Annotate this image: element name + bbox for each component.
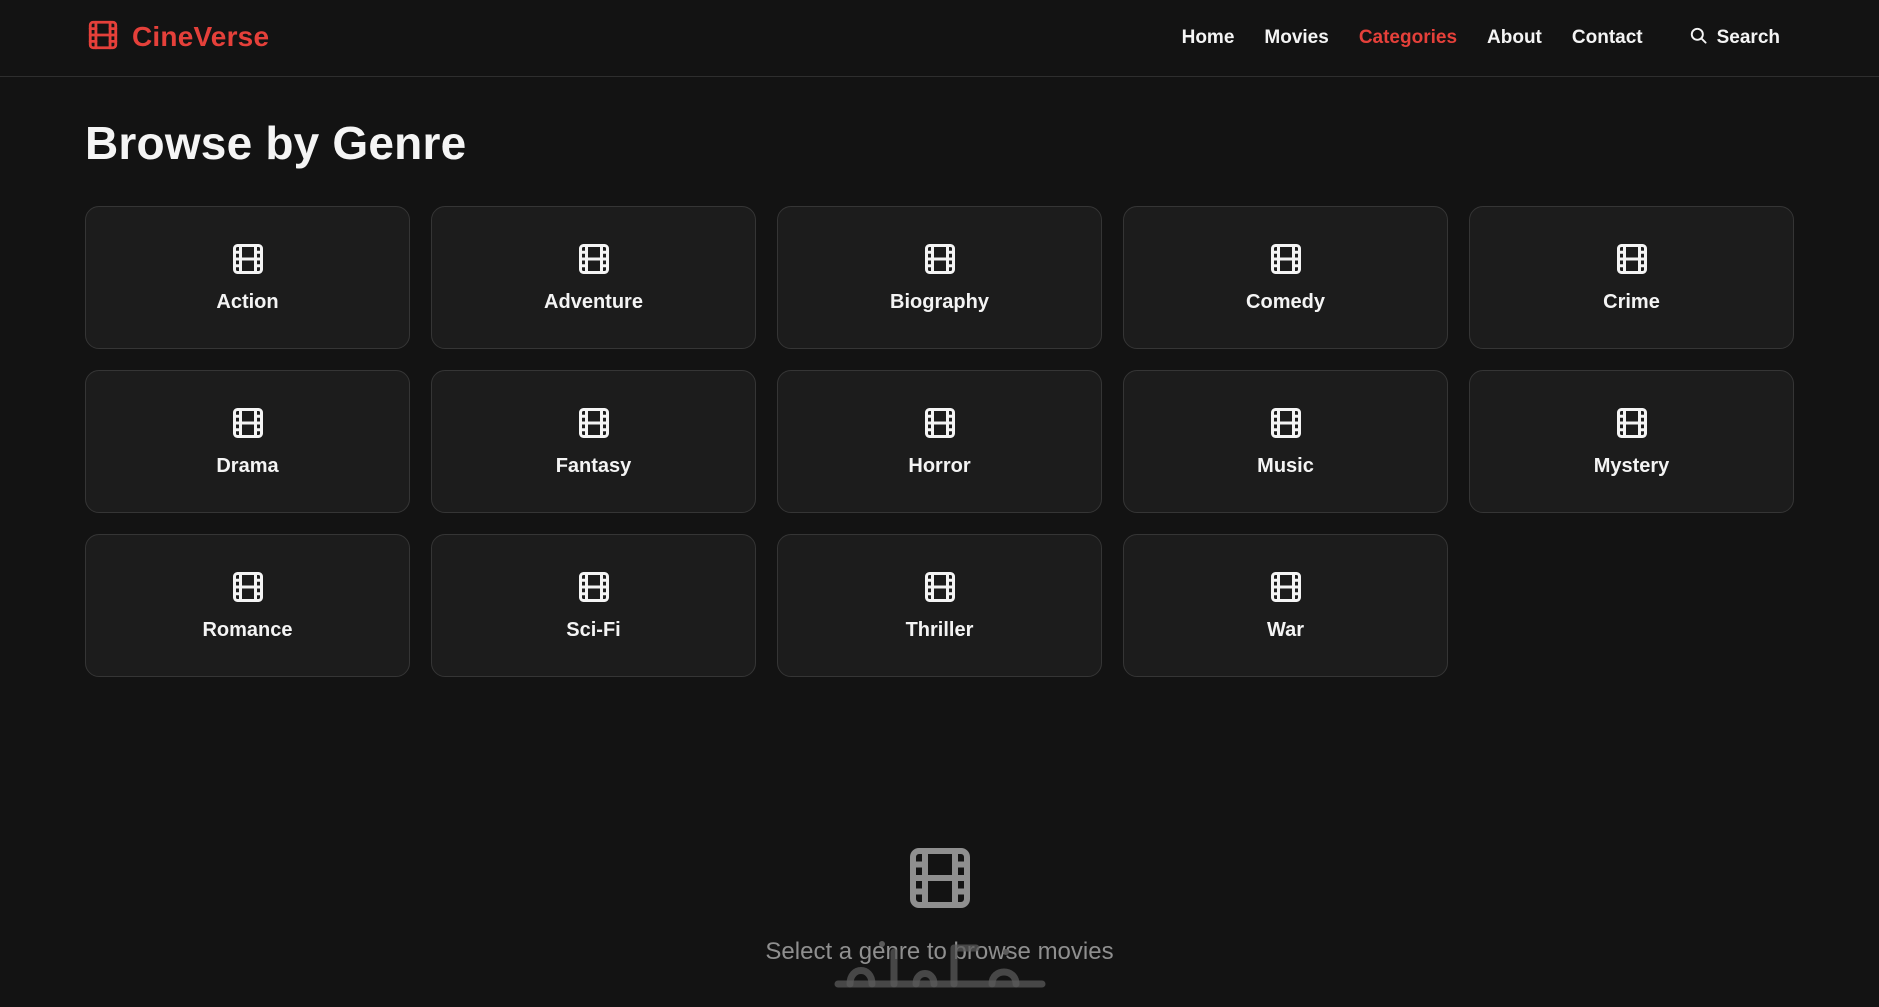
search-label: Search: [1716, 27, 1780, 48]
empty-state-text: Select a genre to browse movies: [765, 938, 1114, 965]
genre-card-music[interactable]: Music: [1123, 370, 1448, 513]
genre-card-horror[interactable]: Horror: [777, 370, 1102, 513]
genre-card-crime[interactable]: Crime: [1469, 206, 1794, 349]
empty-state: Select a genre to browse movies: [0, 842, 1879, 966]
genre-card-label: Comedy: [1246, 291, 1325, 313]
genre-card-war[interactable]: War: [1123, 534, 1448, 677]
genre-card-comedy[interactable]: Comedy: [1123, 206, 1448, 349]
film-icon: [576, 569, 612, 605]
genre-card-label: Drama: [216, 455, 279, 477]
film-icon: [576, 241, 612, 277]
nav-link-home[interactable]: Home: [1182, 27, 1235, 49]
film-icon: [922, 569, 958, 605]
genre-card-mystery[interactable]: Mystery: [1469, 370, 1794, 513]
genre-card-adventure[interactable]: Adventure: [431, 206, 756, 349]
search-icon: [1689, 26, 1708, 50]
genre-grid: Action Adventure Biography Comedy Crime …: [85, 206, 1795, 677]
film-icon: [1268, 241, 1304, 277]
genre-card-sci-fi[interactable]: Sci-Fi: [431, 534, 756, 677]
film-icon: [230, 569, 266, 605]
film-icon: [230, 241, 266, 277]
film-icon: [1268, 569, 1304, 605]
genre-card-label: Biography: [890, 291, 989, 313]
genre-card-label: Fantasy: [555, 455, 632, 477]
genre-card-label: Horror: [908, 455, 971, 477]
nav-link-about[interactable]: About: [1487, 27, 1542, 49]
genre-card-action[interactable]: Action: [85, 206, 410, 349]
film-icon: [1614, 241, 1650, 277]
genre-card-label: War: [1266, 619, 1305, 641]
genre-card-biography[interactable]: Biography: [777, 206, 1102, 349]
genre-card-thriller[interactable]: Thriller: [777, 534, 1102, 677]
film-icon: [1614, 405, 1650, 441]
film-icon: [1268, 405, 1304, 441]
search-button[interactable]: Search: [1689, 26, 1780, 50]
film-icon: [576, 405, 612, 441]
genre-card-label: Thriller: [905, 619, 974, 641]
genre-card-label: Music: [1257, 455, 1314, 477]
main-nav: Home Movies Categories About Contact Sea…: [1152, 0, 1879, 76]
film-icon: [904, 842, 976, 914]
genre-card-label: Adventure: [544, 291, 643, 313]
genre-card-drama[interactable]: Drama: [85, 370, 410, 513]
film-icon: [922, 241, 958, 277]
film-icon: [922, 405, 958, 441]
nav-link-movies[interactable]: Movies: [1264, 27, 1328, 49]
genre-card-label: Mystery: [1593, 455, 1670, 477]
film-icon: [86, 18, 120, 57]
nav-link-contact[interactable]: Contact: [1572, 27, 1643, 49]
brand-logo[interactable]: CineVerse: [86, 18, 269, 56]
genre-card-label: Crime: [1603, 291, 1660, 313]
nav-link-categories[interactable]: Categories: [1359, 27, 1457, 49]
genre-card-label: Sci-Fi: [566, 619, 621, 641]
brand-name: CineVerse: [132, 21, 270, 52]
film-icon: [230, 405, 266, 441]
top-navbar: CineVerse Home Movies Categories About C…: [0, 0, 1879, 77]
genre-card-label: Action: [216, 291, 279, 313]
genre-card-fantasy[interactable]: Fantasy: [431, 370, 756, 513]
genre-card-label: Romance: [202, 619, 293, 641]
genre-card-romance[interactable]: Romance: [85, 534, 410, 677]
page-title: Browse by Genre: [85, 117, 467, 169]
